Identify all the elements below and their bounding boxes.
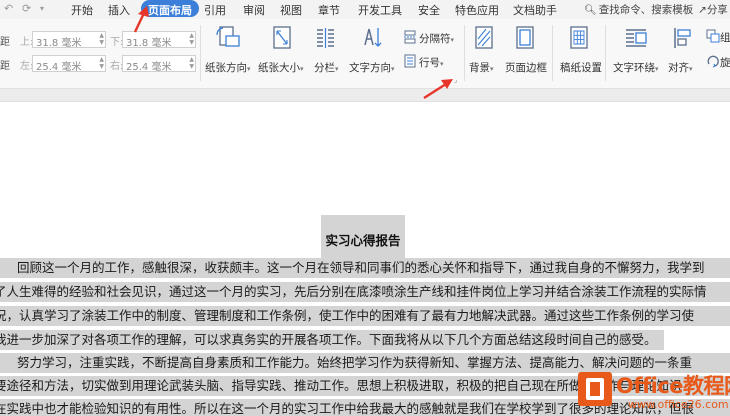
spinner-icon[interactable]: ▲ ▼ bbox=[99, 32, 104, 46]
tab-page-layout[interactable]: 页面布局 bbox=[141, 0, 199, 17]
tab-insert[interactable]: 插入 bbox=[108, 2, 130, 18]
chevron-down-icon: ▾ bbox=[391, 65, 395, 73]
margin-cut-label: 距 bbox=[0, 61, 10, 72]
margin-bottom-value: 31.8 毫米 bbox=[126, 38, 172, 49]
share-icon: ↗ bbox=[698, 4, 707, 16]
tab-sections[interactable]: 章节 bbox=[318, 2, 340, 18]
chevron-down-icon: ▾ bbox=[300, 65, 304, 73]
spinner-icon[interactable]: ▲ ▼ bbox=[189, 56, 194, 70]
quick-access-dropdown-icon[interactable]: ▾ bbox=[40, 4, 44, 13]
columns-label: 分栏 bbox=[314, 62, 335, 74]
page-border-label: 页面边框 bbox=[505, 62, 547, 74]
rotate-label: 旋 bbox=[720, 57, 730, 69]
ribbon-divider bbox=[464, 25, 465, 81]
margin-bottom-input[interactable]: 31.8 毫米 ▲ ▼ bbox=[122, 31, 196, 49]
separator-icon bbox=[404, 30, 416, 44]
command-search[interactable]: 🔍︎ 查找命令、搜索模板 bbox=[584, 2, 693, 17]
tab-developer[interactable]: 开发工具 bbox=[358, 2, 402, 18]
grid-paper-icon bbox=[570, 26, 588, 49]
site-watermark-logo: Office教程网 www.office26.com bbox=[578, 368, 730, 416]
page-background-icon bbox=[475, 26, 493, 49]
chevron-down-icon: ▾ bbox=[490, 65, 494, 73]
spinner-icon[interactable]: ▲ ▼ bbox=[189, 32, 194, 46]
tab-review[interactable]: 审阅 bbox=[243, 2, 265, 18]
background-label: 背景 bbox=[469, 62, 490, 74]
chevron-down-icon: ▾ bbox=[440, 60, 444, 68]
text-line[interactable]: 了人生难得的经验和社会见识，通过这一个月的实习，先后分别在底漆喷涂生产线和挂件岗… bbox=[0, 282, 730, 302]
text-direction-icon bbox=[364, 28, 382, 47]
tab-home[interactable]: 开始 bbox=[71, 2, 93, 18]
office-logo-icon bbox=[578, 372, 612, 406]
align-label: 对齐 bbox=[668, 62, 689, 74]
text-direction-label: 文字方向 bbox=[349, 62, 391, 74]
margin-top-value: 31.8 毫米 bbox=[36, 38, 82, 49]
undo-icon[interactable]: ↶ bbox=[4, 2, 13, 15]
dialog-launcher-icon[interactable]: ⌟ bbox=[454, 76, 457, 84]
line-number-label: 行号 bbox=[419, 57, 440, 69]
rotate-icon bbox=[707, 55, 719, 68]
ribbon-divider bbox=[200, 25, 201, 81]
text-wrap-label: 文字环绕 bbox=[613, 62, 655, 74]
page-border-icon bbox=[516, 26, 534, 49]
tab-security[interactable]: 安全 bbox=[418, 2, 440, 18]
search-label: 查找命令、搜索模板 bbox=[598, 4, 694, 16]
document-title[interactable]: 实习心得报告 bbox=[321, 215, 405, 259]
tab-special-apps[interactable]: 特色应用 bbox=[455, 2, 499, 18]
separator-label: 分隔符 bbox=[419, 33, 451, 45]
share-button[interactable]: ↗分享 bbox=[698, 2, 728, 17]
chevron-down-icon: ▾ bbox=[450, 36, 455, 44]
paper-size-label: 纸张大小 bbox=[258, 62, 300, 74]
columns-icon bbox=[317, 28, 334, 48]
watermark-title: Office教程网 bbox=[616, 374, 730, 398]
orientation-label: 纸张方向 bbox=[205, 62, 247, 74]
chevron-down-icon: ▾ bbox=[335, 65, 339, 73]
share-label: 分享 bbox=[706, 4, 728, 16]
menu-bar: ↶ ⟳ ▾ 开始 插入 页面布局 引用 审阅 视图 章节 开发工具 安全 特色应… bbox=[0, 0, 730, 19]
margin-left-input[interactable]: 25.4 毫米 ▲ ▼ bbox=[32, 55, 106, 73]
ribbon-divider bbox=[552, 25, 553, 81]
redo-icon[interactable]: ⟳ bbox=[22, 2, 31, 15]
tab-doc-assistant[interactable]: 文档助手 bbox=[513, 2, 557, 18]
spinner-icon[interactable]: ▲ ▼ bbox=[99, 56, 104, 70]
horizontal-ruler[interactable] bbox=[0, 89, 730, 102]
text-line[interactable]: 我进一步加深了对各项工作的理解，可以求真务实的开展各项工作。下面我将从以下几个方… bbox=[0, 330, 664, 350]
margin-top-input[interactable]: 31.8 毫米 ▲ ▼ bbox=[32, 31, 106, 49]
chevron-down-icon: ▾ bbox=[655, 65, 659, 73]
page-orientation-icon bbox=[216, 26, 240, 47]
chevron-down-icon: ▾ bbox=[247, 65, 251, 73]
tab-references[interactable]: 引用 bbox=[204, 2, 226, 18]
margin-right-value: 25.4 毫米 bbox=[126, 62, 172, 73]
line-number-icon bbox=[404, 54, 416, 68]
margin-right-input[interactable]: 25.4 毫米 ▲ ▼ bbox=[122, 55, 196, 73]
text-wrap-icon bbox=[626, 29, 647, 47]
watermark-url: www.office26.com bbox=[628, 398, 729, 411]
combine-icon bbox=[706, 29, 720, 43]
align-icon bbox=[674, 28, 691, 48]
text-line[interactable]: 回顾这一个月的工作，感触很深，收获颇丰。这一个月在领导和同事们的悉心关怀和指导下… bbox=[17, 258, 730, 278]
margin-left-value: 25.4 毫米 bbox=[36, 62, 82, 73]
ribbon-toolbar: 距 距 上: 31.8 毫米 ▲ ▼ 下: 31.8 毫米 ▲ ▼ 左: 25.4 … bbox=[0, 19, 730, 89]
paper-size-icon bbox=[273, 26, 291, 49]
text-line[interactable]: 况，认真学习了涂装工作中的制度、管理制度和工作条例，使工作中的困难有了最有力地解… bbox=[0, 306, 730, 326]
grid-paper-label: 稿纸设置 bbox=[560, 62, 602, 74]
search-icon: 🔍︎ bbox=[584, 5, 597, 16]
chevron-down-icon: ▾ bbox=[689, 65, 693, 73]
tab-view[interactable]: 视图 bbox=[280, 2, 302, 18]
combine-label: 组 bbox=[720, 32, 730, 44]
margin-cut-label: 距 bbox=[0, 37, 10, 48]
ribbon-divider bbox=[605, 25, 606, 81]
